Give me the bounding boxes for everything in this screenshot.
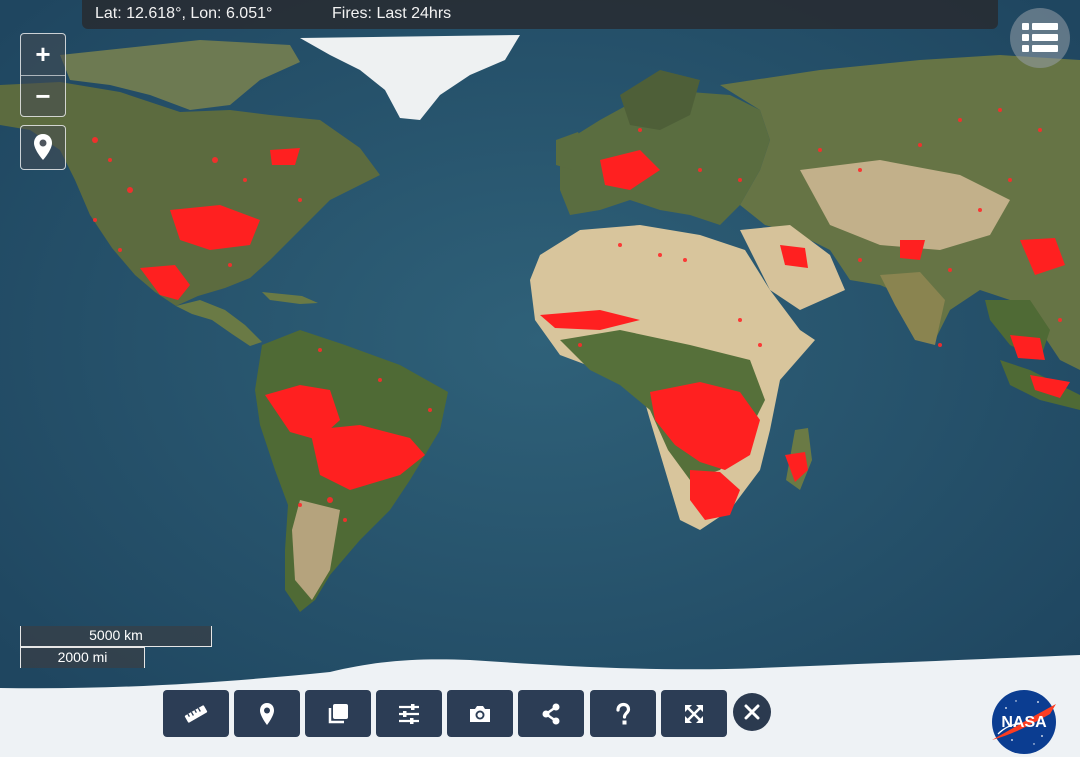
status-bar: Lat: 12.618°, Lon: 6.051° Fires: Last 24… — [82, 0, 998, 29]
settings-button[interactable] — [376, 690, 442, 737]
scale-bar-km: 5000 km — [20, 626, 212, 647]
copy-icon — [328, 704, 348, 724]
close-icon — [744, 704, 760, 720]
sliders-icon — [399, 704, 419, 724]
drop-pin-button[interactable] — [234, 690, 300, 737]
help-button[interactable] — [590, 690, 656, 737]
locate-me-button[interactable] — [20, 125, 66, 170]
layer-list-button[interactable] — [1010, 8, 1070, 68]
layers-copy-button[interactable] — [305, 690, 371, 737]
measure-button[interactable] — [163, 690, 229, 737]
zoom-in-button[interactable]: + — [21, 34, 65, 74]
share-button[interactable] — [518, 690, 584, 737]
cursor-coordinates: Lat: 12.618°, Lon: 6.051° — [95, 5, 273, 22]
fullscreen-button[interactable] — [661, 690, 727, 737]
nasa-wordmark: NASA — [1001, 714, 1047, 731]
question-icon — [616, 702, 631, 725]
expand-icon — [685, 705, 703, 723]
close-toolbar-button[interactable] — [733, 693, 771, 731]
ruler-icon — [184, 705, 208, 723]
share-icon — [542, 703, 560, 725]
fire-cluster-canada — [270, 148, 300, 165]
zoom-control: + − — [20, 33, 66, 117]
map-marker-icon — [34, 134, 52, 160]
nasa-logo: NASA — [992, 690, 1056, 754]
camera-icon — [470, 706, 490, 722]
scale-bar-mi: 2000 mi — [20, 647, 145, 668]
fires-layer-label: Fires: Last 24hrs — [332, 5, 452, 22]
list-icon — [1022, 23, 1058, 52]
snapshot-button[interactable] — [447, 690, 513, 737]
map-marker-icon — [260, 703, 274, 725]
zoom-out-button[interactable]: − — [21, 75, 65, 116]
